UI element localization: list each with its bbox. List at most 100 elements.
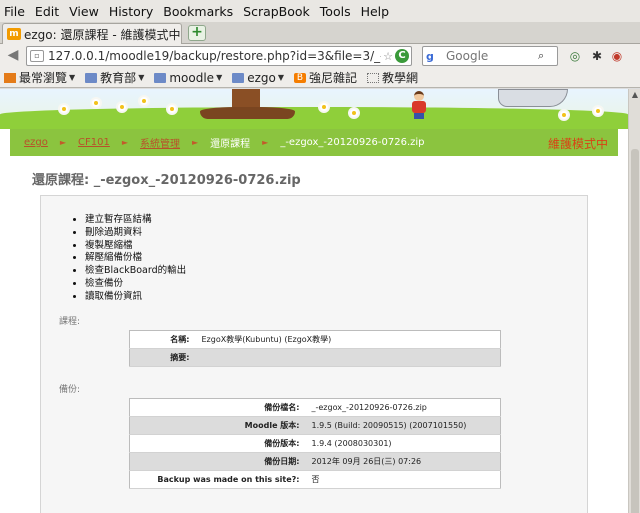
tree-root-decoration <box>200 107 295 119</box>
table-row: 摘要: <box>129 348 501 367</box>
restore-steps-list: 建立暫存區結構 刪除過期資料 複製壓縮檔 解壓縮備份檔 檢查BlackBoard… <box>71 214 186 304</box>
breadcrumb: ezgo ► CF101 ► 系統管理 ► 還原課程 ► _-ezgox_-20… <box>10 129 618 156</box>
backup-info-table: 備份檔名: _-ezgox_-20120926-0726.zip Moodle … <box>129 398 501 489</box>
bookmarks-toolbar: 最常瀏覽 ▼ 教育部 ▼ moodle ▼ ezgo ▼ B 強尼雜記 教學網 <box>0 68 640 88</box>
scroll-up-icon[interactable]: ▲ <box>629 89 640 101</box>
table-row: Backup was made on this site?: 否 <box>129 470 501 489</box>
list-item: 讀取備份資訊 <box>85 291 186 304</box>
course-summary-key: 摘要: <box>129 348 196 367</box>
maintenance-mode-notice: 維護模式中 <box>547 137 608 151</box>
moodle-version-value: 1.9.5 (Build: 20090515) (2007101550) <box>305 416 501 435</box>
google-icon[interactable]: g <box>426 50 440 63</box>
new-tab-button[interactable]: + <box>188 25 206 41</box>
blogger-icon: B <box>294 72 307 83</box>
list-item: 複製壓縮檔 <box>85 240 186 253</box>
navigation-toolbar: ◀ ▫ 127.0.0.1/moodle19/backup/restore.ph… <box>0 44 640 68</box>
menu-help[interactable]: Help <box>361 4 390 19</box>
scrollbar-thumb[interactable] <box>631 149 639 513</box>
backup-section-label: 備份: <box>59 385 81 395</box>
flower-icon <box>92 99 100 107</box>
tab-title: ezgo: 還原課程 - 維護模式中 <box>24 27 181 42</box>
course-section-label: 課程: <box>59 317 81 327</box>
breadcrumb-separator-icon: ► <box>59 138 67 147</box>
table-row: 備份檔名: _-ezgox_-20120926-0726.zip <box>129 398 501 417</box>
bookmark-label: 最常瀏覽 <box>19 71 68 85</box>
url-bar[interactable]: ▫ 127.0.0.1/moodle19/backup/restore.php?… <box>26 46 412 66</box>
table-row: Moodle 版本: 1.9.5 (Build: 20090515) (2007… <box>129 416 501 435</box>
bookmark-label: 教學網 <box>382 71 419 85</box>
chevron-down-icon: ▼ <box>216 73 223 82</box>
backup-version-value: 1.9.4 (2008030301) <box>305 434 501 453</box>
bookmark-label: 強尼雜記 <box>309 71 358 85</box>
page-identity-icon[interactable]: ▫ <box>30 50 44 62</box>
list-item: 刪除過期資料 <box>85 227 186 240</box>
moodle-version-key: Moodle 版本: <box>129 416 306 435</box>
bookmark-johnny-blog[interactable]: B 強尼雜記 <box>294 69 357 86</box>
flower-icon <box>140 97 148 105</box>
list-item: 檢查BlackBoard的輸出 <box>85 265 186 278</box>
reload-icon[interactable]: C <box>395 49 409 63</box>
menu-file[interactable]: File <box>4 4 25 19</box>
chevron-down-icon: ▼ <box>277 73 285 82</box>
flower-icon <box>350 109 358 117</box>
chevron-down-icon: ▼ <box>138 73 145 82</box>
menu-view[interactable]: View <box>69 4 99 19</box>
list-item: 建立暫存區結構 <box>85 214 186 227</box>
bookmark-label: 教育部 <box>100 71 137 85</box>
breadcrumb-separator-icon: ► <box>262 138 269 147</box>
vertical-scrollbar[interactable]: ▲ <box>628 89 640 513</box>
bookmark-star-icon[interactable]: ☆ <box>383 50 393 63</box>
list-item: 解壓縮備份檔 <box>85 252 186 265</box>
menu-bookmarks[interactable]: Bookmarks <box>163 4 233 19</box>
menu-history[interactable]: History <box>109 4 153 19</box>
same-site-value: 否 <box>305 470 501 489</box>
folder-icon <box>154 72 167 83</box>
page-icon <box>367 72 380 83</box>
url-text[interactable]: 127.0.0.1/moodle19/backup/restore.php?id… <box>48 49 381 63</box>
breadcrumb-ezgo[interactable]: ezgo <box>24 137 48 148</box>
folder-icon <box>232 72 245 83</box>
magnifier-icon[interactable]: ⌕ <box>538 49 544 63</box>
table-row: 名稱: EzgoX教學(Kubuntu) (EzgoX教學) <box>129 330 501 349</box>
page-title: 還原課程: _-ezgox_-20120926-0726.zip <box>32 173 301 188</box>
gear-icon[interactable]: ✱ <box>588 47 606 65</box>
rss-folder-icon <box>4 72 16 83</box>
breadcrumb-restore: 還原課程 <box>210 139 251 150</box>
backup-filename-value: _-ezgox_-20120926-0726.zip <box>305 398 501 417</box>
breadcrumb-cf101[interactable]: CF101 <box>78 137 110 148</box>
backup-version-key: 備份版本: <box>129 434 306 453</box>
breadcrumb-filename: _-ezgox_-20120926-0726.zip <box>280 137 425 148</box>
menu-edit[interactable]: Edit <box>35 4 59 19</box>
menu-bar: File Edit View History Bookmarks ScrapBo… <box>0 0 640 22</box>
list-item: 檢查備份 <box>85 278 186 291</box>
flower-icon <box>60 105 68 113</box>
header-banner <box>0 89 628 129</box>
tab-strip: m ezgo: 還原課程 - 維護模式中 + <box>0 22 640 44</box>
search-box[interactable]: g ⌕ <box>422 46 558 66</box>
bookmark-most-visited[interactable]: 最常瀏覽 ▼ <box>4 69 75 86</box>
bookmark-ezgo[interactable]: ezgo ▼ <box>232 71 284 85</box>
bookmark-teaching-web[interactable]: 教學網 <box>367 69 418 86</box>
bookmark-label: ezgo <box>247 70 276 85</box>
moodle-favicon-icon: m <box>7 28 21 40</box>
restore-content-box: 建立暫存區結構 刪除過期資料 複製壓縮檔 解壓縮備份檔 檢查BlackBoard… <box>40 195 588 513</box>
back-icon[interactable]: ◀ <box>4 47 22 63</box>
folder-icon <box>85 72 98 83</box>
breadcrumb-admin[interactable]: 系統管理 <box>140 135 180 150</box>
search-input[interactable] <box>446 49 536 63</box>
flower-icon <box>560 111 568 119</box>
table-row: 備份日期: 2012年 09月 26日(三) 07:26 <box>129 452 501 471</box>
menu-tools[interactable]: Tools <box>320 4 351 19</box>
bookmark-moe[interactable]: 教育部 ▼ <box>85 69 144 86</box>
tab-active[interactable]: m ezgo: 還原課程 - 維護模式中 <box>2 23 182 44</box>
bookmark-moodle[interactable]: moodle ▼ <box>154 71 222 85</box>
table-row: 備份版本: 1.9.4 (2008030301) <box>129 434 501 453</box>
page-viewport: ezgo ► CF101 ► 系統管理 ► 還原課程 ► _-ezgox_-20… <box>0 89 628 513</box>
child-figure-decoration <box>412 91 426 119</box>
addon-icon[interactable]: ◉ <box>608 47 626 65</box>
breadcrumb-separator-icon: ► <box>192 138 199 147</box>
flower-icon <box>320 103 328 111</box>
menu-scrapbook[interactable]: ScrapBook <box>243 4 310 19</box>
binoculars-icon[interactable]: ◎ <box>566 47 584 65</box>
bird-wing-decoration <box>498 89 568 111</box>
